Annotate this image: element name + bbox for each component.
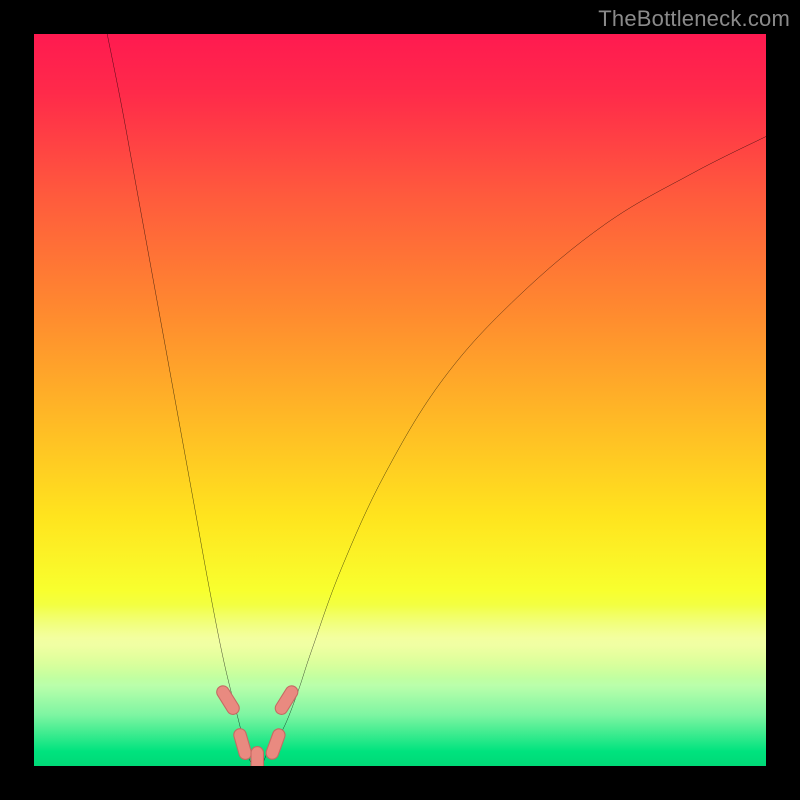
curve-marker bbox=[251, 747, 263, 766]
curve-marker bbox=[264, 727, 286, 761]
chart-frame: TheBottleneck.com bbox=[0, 0, 800, 800]
curve-marker bbox=[214, 683, 241, 716]
curve-layer bbox=[107, 34, 766, 766]
curve-marker-layer bbox=[214, 683, 300, 766]
watermark-text: TheBottleneck.com bbox=[598, 6, 790, 32]
plot-area bbox=[34, 34, 766, 766]
curve-marker bbox=[273, 683, 300, 716]
curve-marker bbox=[232, 727, 253, 761]
bottleneck-curve-path bbox=[107, 34, 766, 766]
bottleneck-curve-svg bbox=[34, 34, 766, 766]
